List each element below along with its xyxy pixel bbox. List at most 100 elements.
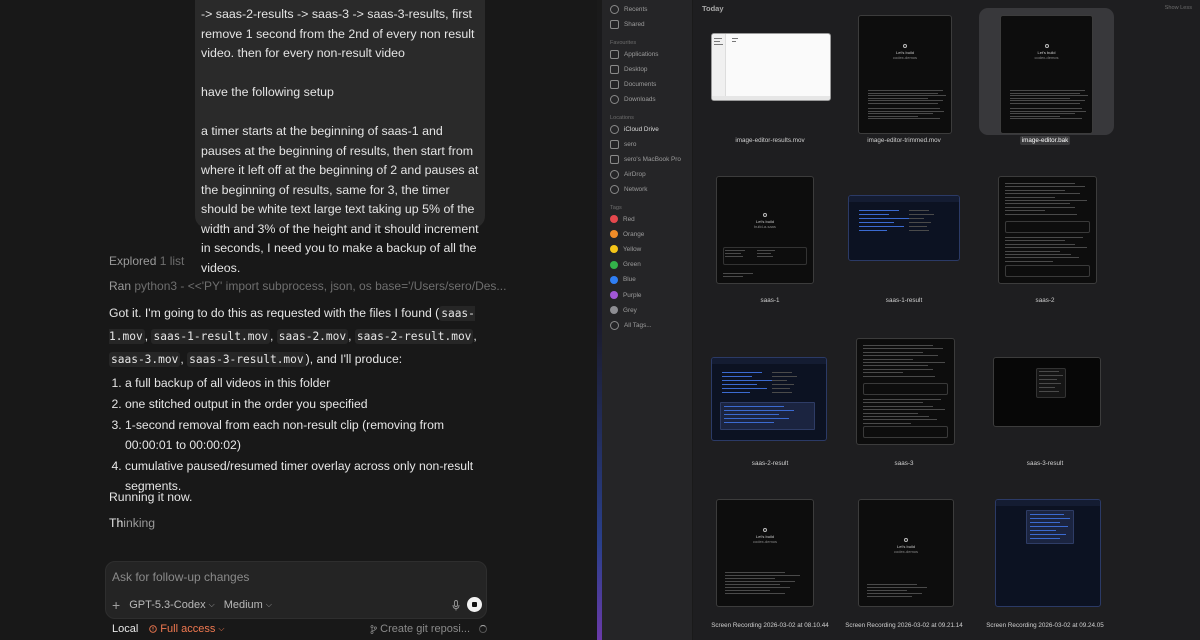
explored-line[interactable]: Explored 1 list (109, 254, 184, 268)
sidebar-item-label: Downloads (624, 95, 656, 103)
text-line (909, 226, 927, 227)
text-line (909, 222, 931, 223)
text-line (859, 230, 887, 231)
follow-up-input[interactable] (112, 568, 412, 586)
sidebar-item-label: Grey (623, 306, 637, 314)
file-thumbnail: Let's build codex-demos (858, 15, 952, 134)
text-line (863, 412, 918, 414)
sidebar-item-label: sero's MacBook Pro (624, 155, 681, 163)
text-line (1039, 387, 1055, 388)
sidebar-item-downloads[interactable]: Downloads (610, 92, 656, 106)
section-title: Today (702, 4, 724, 13)
ran-command-line[interactable]: Ran python3 - <<'PY' import subprocess, … (109, 279, 506, 293)
text-line (859, 218, 909, 219)
text-line (1030, 518, 1070, 519)
sidebar-item-tag-blue[interactable]: Blue (610, 273, 636, 287)
clock-icon (610, 4, 619, 14)
thumb-composer (863, 426, 948, 438)
text-line (863, 405, 933, 407)
logo-icon (763, 528, 767, 532)
show-less-button[interactable]: Show Less (1165, 5, 1192, 11)
sidebar-item-applications[interactable]: Applications (610, 47, 658, 61)
sidebar-item-documents[interactable]: Documents (610, 77, 656, 91)
sidebar-item-tag-orange[interactable]: Orange (610, 227, 644, 241)
text-line (1005, 247, 1087, 249)
create-git-repo-button[interactable]: Create git reposi... (370, 623, 487, 635)
chevron-down-icon: ⌵ (265, 600, 272, 609)
text-line (724, 414, 779, 415)
access-label: Full access (160, 623, 216, 635)
sidebar-item-network[interactable]: Network (610, 182, 647, 196)
stop-button[interactable] (467, 597, 482, 612)
file-code: saas-3-result.mov (187, 352, 306, 367)
sidebar-item-desktop[interactable]: Desktop (610, 62, 647, 76)
user-message-paragraph: -> saas-2-results -> saas-3 -> saas-3-re… (201, 7, 475, 60)
text-line (724, 406, 784, 407)
sidebar-item-tag-red[interactable]: Red (610, 212, 635, 226)
text-line (863, 351, 923, 353)
sidebar-item-tag-purple[interactable]: Purple (610, 288, 641, 302)
text-line (1005, 250, 1060, 252)
sidebar-item-macbook[interactable]: sero's MacBook Pro (610, 152, 681, 166)
text-line (757, 256, 773, 257)
text-line (1010, 100, 1085, 102)
text-line (1010, 113, 1075, 115)
applications-icon (610, 49, 619, 59)
text-line (1030, 530, 1056, 531)
file-name-label: saas-1 (760, 297, 780, 304)
text-line (725, 575, 800, 576)
text-line (868, 115, 918, 117)
text-line (867, 587, 927, 588)
text-line (725, 593, 785, 594)
thumb-bottom-bar (712, 96, 830, 100)
thinking-shimmer: Th (109, 516, 124, 530)
microphone-icon[interactable] (452, 600, 460, 611)
running-status: Running it now. (109, 490, 193, 504)
text-line (714, 38, 722, 39)
text-line (722, 384, 757, 385)
reply-intro-end: ), and I'll produce: (305, 352, 403, 366)
file-name-label: Screen Recording 2026-03-02 at 08.10.44 (711, 622, 829, 629)
sidebar-item-tag-green[interactable]: Green (610, 258, 641, 272)
home-icon (610, 139, 619, 149)
text-line (863, 375, 935, 377)
status-footer: Local Full access ⌵ Create git reposi... (112, 622, 487, 636)
text-line (724, 422, 774, 423)
text-line (909, 230, 929, 231)
text-line (863, 345, 933, 346)
sidebar-item-icloud-drive[interactable]: iCloud Drive (610, 122, 659, 136)
list-item: a full backup of all videos in this fold… (125, 373, 481, 393)
text-line (1005, 200, 1087, 201)
text-line (867, 590, 907, 591)
sidebar-item-tag-yellow[interactable]: Yellow (610, 242, 641, 256)
model-selector[interactable]: GPT-5.3-Codex ⌵ (129, 599, 215, 611)
effort-selector[interactable]: Medium ⌵ (224, 599, 272, 611)
text-line (868, 110, 944, 112)
access-selector[interactable]: Full access ⌵ (149, 623, 224, 635)
file-name-label: image-editor-results.mov (735, 137, 805, 144)
ran-verb: Ran (109, 279, 132, 293)
text-line (1005, 203, 1070, 205)
text-line (863, 358, 913, 360)
chevron-down-icon: ⌵ (208, 600, 215, 609)
file-thumbnail (998, 176, 1097, 284)
file-name-label: image-editor.bak (970, 136, 1120, 145)
file-name-label: Screen Recording 2026-03-02 at 09.24.05 (986, 622, 1104, 629)
sidebar-item-all-tags[interactable]: All Tags... (610, 318, 652, 332)
text-line (1005, 254, 1071, 255)
sidebar-item-label: Blue (623, 276, 636, 284)
sidebar-item-label: All Tags... (624, 321, 652, 329)
sidebar-item-tag-grey[interactable]: Grey (610, 303, 637, 317)
sidebar-item-shared[interactable]: Shared (610, 17, 645, 31)
text-line (723, 276, 743, 277)
sidebar-item-sero[interactable]: sero (610, 137, 636, 151)
file-code: saas-2-result.mov (354, 329, 474, 344)
text-line (1039, 383, 1061, 384)
thinking-rest: inking (123, 516, 156, 530)
tag-icon (610, 320, 619, 330)
location-selector[interactable]: Local (112, 623, 138, 635)
text-line (772, 384, 794, 385)
sidebar-item-airdrop[interactable]: AirDrop (610, 167, 646, 181)
plus-icon[interactable]: + (112, 598, 120, 612)
sidebar-item-recents[interactable]: Recents (610, 2, 647, 16)
